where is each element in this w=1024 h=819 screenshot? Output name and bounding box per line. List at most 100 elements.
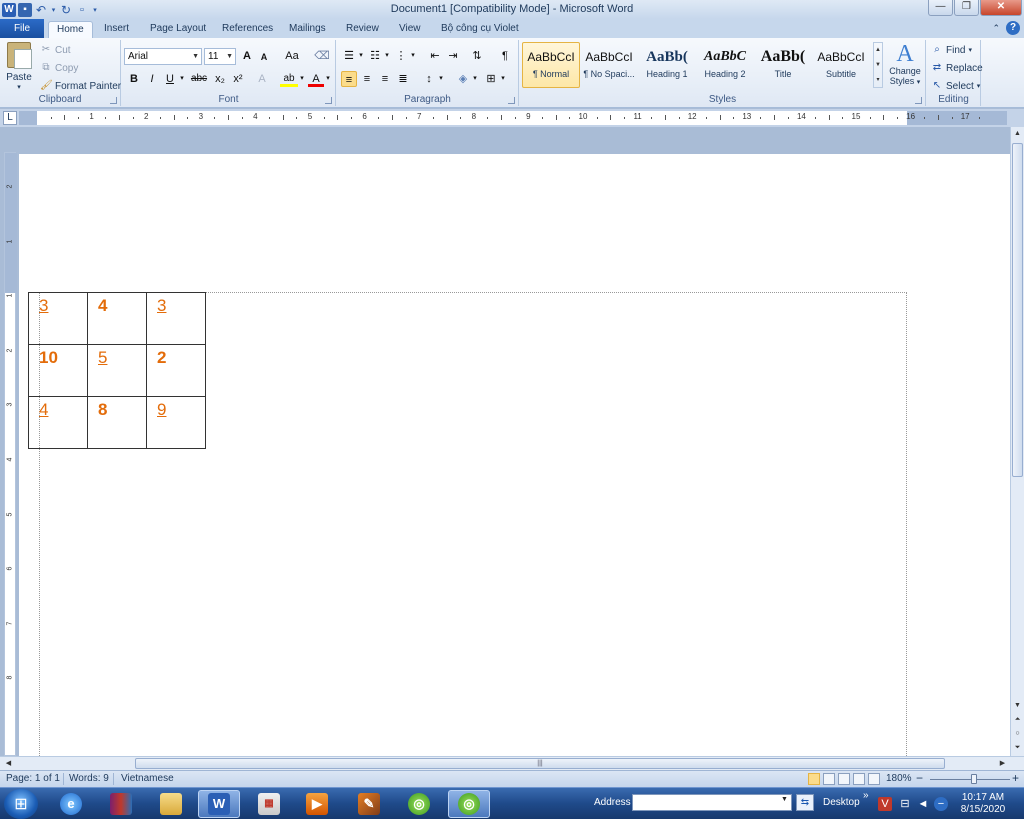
show-formatting-icon[interactable]: ¶ — [497, 48, 513, 64]
scroll-right-icon[interactable]: ▶ — [996, 757, 1009, 771]
table-cell[interactable]: 9 — [146, 396, 206, 449]
find-button[interactable]: ⌕ Find ▾ — [931, 42, 972, 58]
underline-button[interactable]: U — [162, 71, 178, 87]
zoom-level[interactable]: 180% — [886, 773, 912, 784]
numbering-icon[interactable]: ☷ — [367, 48, 383, 64]
shading-icon[interactable]: ◈ — [455, 71, 471, 87]
help-icon[interactable]: ? — [1006, 21, 1020, 35]
tab-mailings[interactable]: Mailings — [281, 21, 334, 38]
styles-gallery-scroll[interactable]: ▲ ▼ ▾ — [873, 42, 883, 88]
full-screen-reading-icon[interactable] — [823, 773, 835, 785]
previous-page-icon[interactable]: ⏶ — [1011, 713, 1024, 727]
scroll-down-icon[interactable]: ▼ — [1011, 699, 1024, 713]
numbering-dropdown-icon[interactable]: ▾ — [383, 48, 391, 64]
tab-file[interactable]: File — [0, 19, 44, 38]
word-icon[interactable]: W — [198, 790, 240, 818]
change-styles-button[interactable]: A Change Styles ▾ — [886, 42, 924, 86]
language-indicator[interactable]: Vietnamese — [121, 773, 174, 784]
highlight-button[interactable]: ab — [280, 71, 298, 87]
horizontal-scrollbar[interactable]: ◀ ||| ▶ — [0, 756, 1024, 770]
subscript-button[interactable]: x₂ — [212, 71, 228, 87]
line-spacing-dropdown-icon[interactable]: ▾ — [437, 71, 445, 87]
close-button[interactable]: ✕ — [980, 0, 1022, 16]
page-count[interactable]: Page: 1 of 1 — [6, 773, 60, 784]
tab-review[interactable]: Review — [338, 21, 387, 38]
app9-icon[interactable]: ◎ — [448, 790, 490, 818]
table-cell[interactable]: 2 — [146, 344, 206, 397]
styles-dialog-launcher-icon[interactable] — [915, 97, 922, 104]
violet-tray-icon[interactable]: V — [878, 797, 892, 811]
increase-indent-icon[interactable]: ⇥ — [445, 48, 461, 64]
table-cell[interactable]: 4 — [28, 396, 88, 449]
tab-home[interactable]: Home — [48, 21, 93, 38]
multilevel-dropdown-icon[interactable]: ▾ — [409, 48, 417, 64]
next-page-icon[interactable]: ⏷ — [1011, 741, 1024, 755]
shading-dropdown-icon[interactable]: ▾ — [471, 71, 479, 87]
style-heading-1[interactable]: AaBb( Heading 1 — [638, 42, 696, 88]
bullets-dropdown-icon[interactable]: ▾ — [357, 48, 365, 64]
desktop-toolbar-label[interactable]: Desktop — [823, 797, 860, 808]
word-count[interactable]: Words: 9 — [69, 773, 109, 784]
bold-button[interactable]: B — [126, 71, 142, 87]
document-area[interactable]: 3 4 3 10 5 2 4 8 9 — [18, 127, 1010, 756]
explorer-icon[interactable] — [150, 790, 192, 818]
highlight-dropdown-icon[interactable]: ▾ — [298, 71, 306, 87]
vertical-scroll-thumb[interactable] — [1012, 143, 1023, 477]
table-cell[interactable]: 3 — [28, 292, 88, 345]
scroll-up-icon[interactable]: ▲ — [1011, 127, 1024, 141]
paragraph-dialog-launcher-icon[interactable] — [508, 97, 515, 104]
line-spacing-icon[interactable]: ↕ — [421, 71, 437, 87]
font-color-button[interactable]: A — [308, 71, 324, 87]
app8-icon[interactable]: ◎ — [398, 790, 440, 818]
network-icon[interactable]: ⊟ — [898, 797, 912, 811]
format-painter-button[interactable]: 🖌 Format Painter — [40, 78, 121, 94]
tab-violet[interactable]: Bộ công cụ Violet — [433, 21, 527, 38]
app5-icon[interactable]: ▦ — [248, 790, 290, 818]
status-tray-icon[interactable]: − — [934, 797, 948, 811]
align-left-icon[interactable]: ≡ — [341, 71, 357, 87]
multilevel-list-icon[interactable]: ⋮ — [393, 48, 409, 64]
table-cell[interactable]: 3 — [146, 292, 206, 345]
shrink-font-button[interactable]: A — [256, 49, 272, 65]
cut-button[interactable]: ✂ Cut — [40, 42, 71, 58]
italic-button[interactable]: I — [144, 71, 160, 87]
tab-selector-icon[interactable]: L — [3, 111, 17, 125]
zoom-in-icon[interactable]: + — [1012, 771, 1019, 785]
zoom-out-icon[interactable]: − — [916, 771, 923, 785]
underline-dropdown-icon[interactable]: ▾ — [178, 71, 186, 87]
web-layout-icon[interactable] — [838, 773, 850, 785]
vertical-scrollbar[interactable]: ▲ ▼ ⏶ ○ ⏷ — [1010, 127, 1024, 756]
style-normal[interactable]: AaBbCcI ¶ Normal — [522, 42, 580, 88]
winrar-icon[interactable] — [100, 790, 142, 818]
app7-icon[interactable]: ✎ — [348, 790, 390, 818]
style-heading-2[interactable]: AaBbC Heading 2 — [696, 42, 754, 88]
tab-references[interactable]: References — [214, 21, 281, 38]
start-button[interactable] — [4, 789, 38, 819]
font-size-select[interactable]: 11 ▼ — [204, 48, 236, 65]
table-cell[interactable]: 4 — [87, 292, 147, 345]
strikethrough-button[interactable]: abc — [188, 71, 210, 87]
clipboard-dialog-launcher-icon[interactable] — [110, 97, 117, 104]
zoom-slider-track[interactable] — [930, 779, 1010, 780]
table-cell[interactable]: 5 — [87, 344, 147, 397]
toolbar-overflow-icon[interactable]: » — [863, 790, 869, 801]
outline-view-icon[interactable] — [853, 773, 865, 785]
justify-icon[interactable]: ≣ — [395, 71, 411, 87]
font-family-select[interactable]: Arial ▼ — [124, 48, 202, 65]
font-color-dropdown-icon[interactable]: ▾ — [324, 71, 332, 87]
tab-page-layout[interactable]: Page Layout — [142, 21, 214, 38]
table-cell[interactable]: 8 — [87, 396, 147, 449]
document-page[interactable]: 3 4 3 10 5 2 4 8 9 — [19, 154, 1010, 756]
text-effects-button[interactable]: A — [254, 71, 270, 87]
copy-button[interactable]: ⧉ Copy — [40, 60, 78, 76]
style-subtitle[interactable]: AaBbCcI Subtitle — [812, 42, 870, 88]
vertical-ruler[interactable]: 2 1 1 2 3 4 5 6 7 8 — [4, 152, 17, 756]
borders-dropdown-icon[interactable]: ▾ — [499, 71, 507, 87]
align-right-icon[interactable]: ≡ — [377, 71, 393, 87]
go-icon[interactable]: ⇆ — [796, 794, 814, 811]
paste-button[interactable]: Paste ▾ — [4, 42, 34, 91]
draft-view-icon[interactable] — [868, 773, 880, 785]
horizontal-ruler[interactable]: 1 2 3 4 5 6 7 8 9 10 11 12 13 14 15 16 17 — [19, 111, 1007, 125]
change-case-button[interactable]: Aa — [282, 48, 302, 64]
scroll-left-icon[interactable]: ◀ — [2, 757, 15, 771]
